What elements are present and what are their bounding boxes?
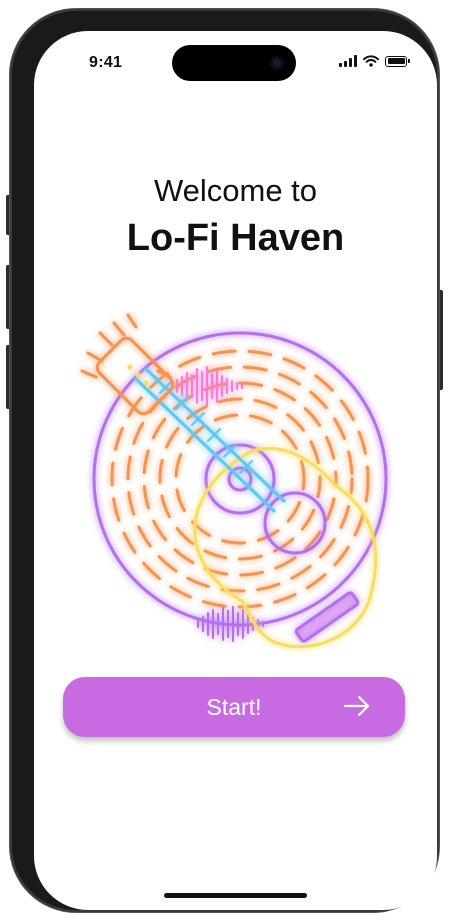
wifi-icon	[363, 55, 379, 67]
app-title: Lo-Fi Haven	[126, 217, 345, 259]
status-bar: 9:41	[34, 31, 437, 91]
cellular-signal-icon	[339, 55, 357, 67]
home-indicator[interactable]	[164, 893, 307, 898]
battery-icon	[385, 55, 410, 67]
status-icons	[339, 55, 410, 67]
welcome-text: Welcome to	[153, 173, 318, 208]
neon-guitar-record-illustration	[80, 313, 388, 649]
camera-icon	[270, 56, 284, 70]
start-button[interactable]: Start!	[63, 677, 405, 737]
dynamic-island	[172, 45, 296, 81]
phone-frame: 9:41 Welcome to Lo-Fi Haven Start!	[10, 9, 439, 912]
arrow-right-icon	[343, 695, 370, 717]
app-screen: 9:41 Welcome to Lo-Fi Haven Start!	[34, 31, 437, 910]
status-time: 9:41	[89, 54, 123, 71]
